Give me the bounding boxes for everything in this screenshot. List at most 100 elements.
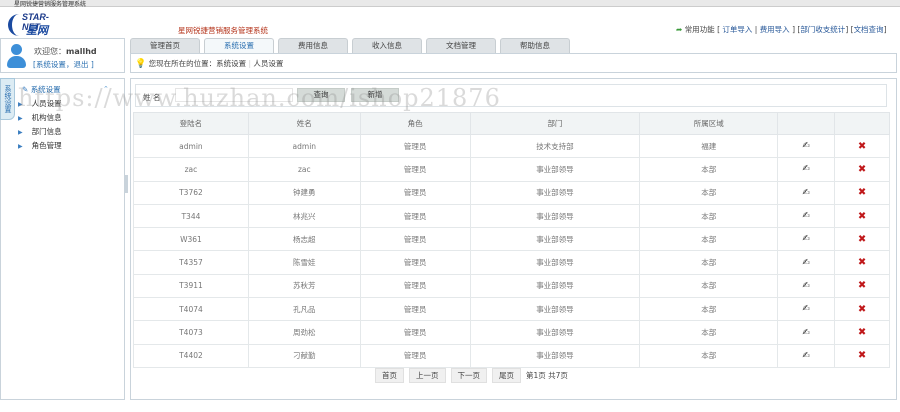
sidebar-heading[interactable]: ✎ 系统设置 bbox=[22, 84, 61, 95]
tab-income[interactable]: 收入信息 bbox=[352, 38, 422, 53]
tab-home[interactable]: 管理首页 bbox=[130, 38, 200, 53]
table-cell: 事业部领导 bbox=[470, 250, 641, 275]
edit-icon[interactable]: ✍ bbox=[802, 258, 810, 268]
tab-expenses[interactable]: 费用信息 bbox=[278, 38, 348, 53]
edit-icon[interactable]: ✍ bbox=[802, 281, 810, 291]
logo: STAR-NET 星网锐捷 bbox=[8, 12, 58, 53]
table-cell: 本部 bbox=[639, 227, 779, 252]
edit-icon[interactable]: ✍ bbox=[802, 234, 810, 244]
edit-icon[interactable]: ✍ bbox=[802, 211, 810, 221]
edit-icon[interactable]: ✍ bbox=[802, 304, 810, 314]
table-row: T4402 刁献勤 管理员 事业部领导 本部 ✍ ✖ bbox=[133, 343, 890, 368]
prev-page-button[interactable]: 上一页 bbox=[409, 368, 446, 383]
edit-icon[interactable]: ✍ bbox=[802, 328, 810, 338]
table-cell: 周劲松 bbox=[248, 320, 361, 345]
first-page-button[interactable]: 首页 bbox=[375, 368, 404, 383]
sidebar-splitter[interactable] bbox=[124, 175, 128, 193]
table-cell: 管理员 bbox=[360, 297, 471, 322]
last-page-button[interactable]: 尾页 bbox=[492, 368, 521, 383]
breadcrumb-prefix: 您现在所在的位置： bbox=[148, 59, 217, 68]
table-cell: 本部 bbox=[639, 297, 779, 322]
tab-documents[interactable]: 文档管理 bbox=[426, 38, 496, 53]
table-cell: 本部 bbox=[639, 273, 779, 299]
link-settings[interactable]: 系统设置 bbox=[36, 60, 66, 69]
edit-icon[interactable]: ✍ bbox=[802, 188, 810, 198]
edit-cell: ✍ bbox=[777, 343, 836, 368]
triangle-icon: ▶ bbox=[18, 129, 23, 136]
triangle-icon: ▶ bbox=[18, 101, 23, 108]
collapse-icon[interactable]: ⌃ bbox=[103, 85, 109, 93]
table-cell: 管理员 bbox=[360, 180, 471, 205]
sidebar-item-org[interactable]: ▶ 机构信息 bbox=[18, 112, 62, 123]
delete-icon[interactable]: ✖ bbox=[858, 234, 866, 245]
delete-cell: ✖ bbox=[834, 157, 890, 182]
sidebar-item-users[interactable]: ▶ 人员设置 bbox=[18, 98, 62, 109]
sidebar-item-dept[interactable]: ▶ 部门信息 bbox=[18, 126, 62, 137]
link-doc-query[interactable]: 文档查询 bbox=[854, 25, 884, 34]
delete-cell: ✖ bbox=[834, 343, 890, 368]
link-order-import[interactable]: 订单导入 bbox=[722, 25, 752, 34]
next-page-button[interactable]: 下一页 bbox=[450, 368, 487, 383]
edit-icon[interactable]: ✍ bbox=[802, 164, 810, 174]
table-cell: 管理员 bbox=[360, 320, 471, 345]
table-row: T3762 钟建勇 管理员 事业部领导 本部 ✍ ✖ bbox=[133, 180, 890, 205]
user-links: [系统设置，退出 ] bbox=[33, 60, 94, 69]
table-cell: 本部 bbox=[639, 157, 779, 182]
table-cell: 事业部领导 bbox=[470, 273, 641, 299]
delete-icon[interactable]: ✖ bbox=[858, 211, 866, 222]
table-cell: 福建 bbox=[639, 133, 779, 159]
table-cell: 本部 bbox=[639, 203, 779, 229]
link-logout[interactable]: 退出 bbox=[73, 60, 88, 69]
table-cell: T4073 bbox=[133, 320, 249, 345]
table-cell: admin bbox=[248, 133, 361, 159]
query-button[interactable]: 查询 bbox=[297, 88, 345, 102]
delete-cell: ✖ bbox=[834, 320, 890, 345]
table-cell: 事业部领导 bbox=[470, 180, 641, 205]
link-fee-import[interactable]: 费用导入 bbox=[760, 25, 790, 34]
tab-system-settings[interactable]: 系统设置 bbox=[204, 38, 274, 53]
delete-icon[interactable]: ✖ bbox=[858, 350, 866, 361]
edit-cell: ✍ bbox=[777, 180, 836, 205]
system-title: 星网锐捷营销服务管理系统 bbox=[178, 26, 268, 35]
delete-icon[interactable]: ✖ bbox=[858, 187, 866, 198]
welcome-text: 欢迎您：mallhd bbox=[34, 47, 97, 56]
users-table: 登陆名 姓名 角色 部门 所属区域 admin admin 管理员 技术支持部 福建 ✍ ✖ zac z… bbox=[133, 112, 890, 368]
table-cell: T3911 bbox=[133, 273, 249, 299]
user-box: 欢迎您：mallhd [系统设置，退出 ] bbox=[0, 38, 125, 73]
edit-cell: ✍ bbox=[777, 203, 836, 229]
name-input[interactable] bbox=[175, 88, 293, 102]
add-button[interactable]: 新增 bbox=[351, 88, 399, 102]
page-info: 第1页 共7页 bbox=[526, 371, 568, 380]
table-cell: 陈雪娃 bbox=[248, 250, 361, 275]
table-row: T4357 陈雪娃 管理员 事业部领导 本部 ✍ ✖ bbox=[133, 250, 890, 275]
table-cell: 孔凡品 bbox=[248, 297, 361, 322]
edit-icon[interactable]: ✍ bbox=[802, 351, 810, 361]
table-cell: 管理员 bbox=[360, 203, 471, 229]
delete-icon[interactable]: ✖ bbox=[858, 257, 866, 268]
table-cell: T4402 bbox=[133, 343, 249, 368]
edit-cell: ✍ bbox=[777, 227, 836, 252]
triangle-icon: ▶ bbox=[18, 115, 23, 122]
breadcrumb-item: 人员设置 bbox=[253, 59, 284, 68]
column-header: 姓名 bbox=[247, 112, 361, 135]
lightbulb-icon: 💡 bbox=[135, 59, 147, 69]
link-dept-stats[interactable]: 部门收支统计 bbox=[800, 25, 845, 34]
edit-icon[interactable]: ✍ bbox=[802, 141, 810, 151]
edit-cell: ✍ bbox=[777, 297, 836, 322]
sidebar-item-roles[interactable]: ▶ 角色管理 bbox=[18, 140, 62, 151]
table-cell: 本部 bbox=[639, 180, 779, 205]
delete-icon[interactable]: ✖ bbox=[858, 304, 866, 315]
delete-icon[interactable]: ✖ bbox=[858, 327, 866, 338]
breadcrumb-item[interactable]: 系统设置 bbox=[216, 59, 246, 68]
delete-icon[interactable]: ✖ bbox=[858, 141, 866, 152]
delete-icon[interactable]: ✖ bbox=[858, 164, 866, 175]
table-row: zac zac 管理员 事业部领导 本部 ✍ ✖ bbox=[133, 157, 890, 182]
table-cell: 管理员 bbox=[360, 133, 471, 159]
tab-help[interactable]: 帮助信息 bbox=[500, 38, 570, 53]
table-cell: 本部 bbox=[639, 343, 779, 368]
delete-icon[interactable]: ✖ bbox=[858, 280, 866, 291]
column-header: 登陆名 bbox=[133, 112, 249, 135]
table-cell: 事业部领导 bbox=[470, 227, 641, 252]
edit-cell: ✍ bbox=[777, 157, 836, 182]
sidebar-vertical-tab[interactable]: 系统设置 bbox=[0, 78, 15, 120]
